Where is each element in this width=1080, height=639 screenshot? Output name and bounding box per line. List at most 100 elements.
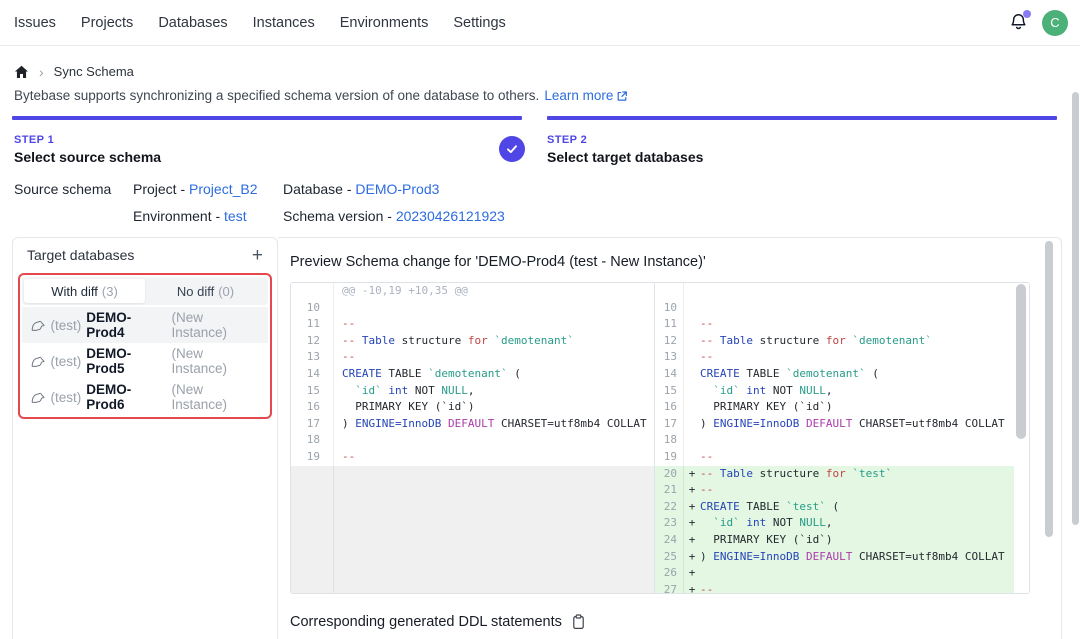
preview-panel-scrollbar[interactable]	[1045, 241, 1053, 537]
avatar[interactable]: C	[1042, 10, 1068, 36]
diff-line: 22+CREATE TABLE `test` (	[655, 499, 1029, 516]
step1-label: STEP 1	[14, 134, 54, 146]
db-name: DEMO-Prod5	[86, 346, 166, 376]
diff-line: 13--	[655, 349, 1029, 366]
target-databases-highlight-box: With diff (3) No diff (0) (test) DEMO-Pr…	[18, 273, 272, 419]
tab-no-diff-count: (0)	[218, 284, 234, 299]
page-scrollbar[interactable]	[1072, 92, 1079, 525]
diff-line: 27+--	[655, 582, 1029, 593]
diff-blank-row	[655, 283, 1029, 300]
external-link-icon	[616, 90, 628, 102]
notification-dot	[1023, 10, 1031, 18]
diff-line: 19--	[655, 449, 1029, 466]
diff-line: 19--	[291, 449, 654, 466]
notification-bell-icon[interactable]	[1008, 12, 1029, 33]
editor-scrollbar[interactable]	[1016, 284, 1026, 439]
learn-more-label: Learn more	[544, 88, 613, 103]
diff-empty-filler	[291, 466, 654, 593]
nav-item-projects[interactable]: Projects	[81, 15, 133, 31]
diff-line: 18	[655, 432, 1029, 449]
breadcrumb-current: Sync Schema	[54, 64, 134, 79]
db-env: (test)	[50, 318, 81, 333]
nav-item-settings[interactable]: Settings	[453, 15, 505, 31]
top-nav: Issues Projects Databases Instances Envi…	[0, 0, 1080, 46]
mysql-icon	[31, 391, 45, 404]
diff-line: 12-- Table structure for `demotenant`	[655, 333, 1029, 350]
nav-items: Issues Projects Databases Instances Envi…	[14, 15, 506, 31]
diff-line: 23+ `id` int NOT NULL,	[655, 515, 1029, 532]
diff-line: 24+ PRIMARY KEY (`id`)	[655, 532, 1029, 549]
diff-line: 15 `id` int NOT NULL,	[655, 383, 1029, 400]
tab-no-diff[interactable]: No diff (0)	[145, 279, 266, 303]
nav-item-databases[interactable]: Databases	[158, 15, 227, 31]
diff-line: 14CREATE TABLE `demotenant` (	[291, 366, 654, 383]
diff-line: 21+--	[655, 482, 1029, 499]
home-icon[interactable]	[14, 65, 29, 79]
nav-item-issues[interactable]: Issues	[14, 15, 56, 31]
environment-link[interactable]: test	[224, 208, 247, 224]
diff-line: 10	[655, 300, 1029, 317]
diff-editor[interactable]: @@ -10,19 +10,35 @@1011--12-- Table stru…	[290, 282, 1030, 594]
source-schema-label: Source schema	[14, 181, 111, 197]
diff-line: 17) ENGINE=InnoDB DEFAULT CHARSET=utf8mb…	[291, 416, 654, 433]
tab-no-diff-label: No diff	[177, 284, 214, 299]
step2-title: Select target databases	[547, 149, 703, 165]
diff-line: 26+	[655, 565, 1029, 582]
tab-with-diff-count: (3)	[102, 284, 118, 299]
diff-line: 11--	[291, 316, 654, 333]
intro-text: Bytebase supports synchronizing a specif…	[14, 88, 539, 103]
diff-tabs: With diff (3) No diff (0)	[22, 277, 268, 305]
database-row-demo-prod4[interactable]: (test) DEMO-Prod4 (New Instance)	[22, 307, 268, 343]
nav-item-instances[interactable]: Instances	[253, 15, 315, 31]
step1-progress-bar	[12, 116, 522, 120]
environment-label: Environment -	[133, 208, 224, 224]
tab-with-diff[interactable]: With diff (3)	[24, 279, 145, 303]
database-label: Database -	[283, 181, 355, 197]
diff-line: 20+-- Table structure for `test`	[655, 466, 1029, 483]
ddl-heading: Corresponding generated DDL statements	[290, 614, 562, 630]
database-link[interactable]: DEMO-Prod3	[355, 181, 439, 197]
db-note: (New Instance)	[171, 310, 259, 340]
step1-title: Select source schema	[14, 149, 161, 165]
add-target-database-button[interactable]: +	[250, 246, 265, 265]
source-version-row: Schema version - 20230426121923	[283, 208, 505, 224]
learn-more-link[interactable]: Learn more	[544, 88, 628, 103]
schema-version-link[interactable]: 20230426121923	[396, 208, 505, 224]
tab-with-diff-label: With diff	[51, 284, 98, 299]
db-note: (New Instance)	[171, 382, 259, 412]
source-database-row: Database - DEMO-Prod3	[283, 181, 505, 197]
chevron-right-icon: ›	[39, 65, 44, 79]
db-name: DEMO-Prod4	[86, 310, 166, 340]
db-note: (New Instance)	[171, 346, 259, 376]
db-env: (test)	[50, 390, 81, 405]
diff-line: 13--	[291, 349, 654, 366]
step2-progress-bar	[547, 116, 1057, 120]
breadcrumb: › Sync Schema	[14, 64, 134, 79]
intro-text-row: Bytebase supports synchronizing a specif…	[14, 88, 628, 103]
diff-line: 17) ENGINE=InnoDB DEFAULT CHARSET=utf8mb…	[655, 416, 1029, 433]
diff-pane-original: @@ -10,19 +10,35 @@1011--12-- Table stru…	[291, 283, 655, 593]
preview-title: Preview Schema change for 'DEMO-Prod4 (t…	[290, 254, 706, 270]
diff-line: 16 PRIMARY KEY (`id`)	[291, 399, 654, 416]
diff-line: 18	[291, 432, 654, 449]
project-link[interactable]: Project_B2	[189, 181, 257, 197]
db-name: DEMO-Prod6	[86, 382, 166, 412]
db-env: (test)	[50, 354, 81, 369]
editor-scrollbar-track	[1014, 283, 1029, 593]
diff-hunk-header: @@ -10,19 +10,35 @@	[291, 283, 654, 300]
diff-line: 14CREATE TABLE `demotenant` (	[655, 366, 1029, 383]
project-label: Project -	[133, 181, 189, 197]
target-databases-title: Target databases	[27, 247, 134, 263]
diff-line: 25+) ENGINE=InnoDB DEFAULT CHARSET=utf8m…	[655, 549, 1029, 566]
schema-version-label: Schema version -	[283, 208, 396, 224]
step2-label: STEP 2	[547, 134, 587, 146]
database-row-demo-prod6[interactable]: (test) DEMO-Prod6 (New Instance)	[22, 379, 268, 415]
database-row-demo-prod5[interactable]: (test) DEMO-Prod5 (New Instance)	[22, 343, 268, 379]
step1-complete-check-icon	[499, 136, 525, 162]
copy-ddl-icon[interactable]	[571, 614, 586, 630]
diff-line: 12-- Table structure for `demotenant`	[291, 333, 654, 350]
source-project-row: Project - Project_B2	[133, 181, 258, 197]
nav-item-environments[interactable]: Environments	[340, 15, 429, 31]
target-databases-panel: Target databases + With diff (3) No diff…	[12, 237, 278, 639]
diff-pane-modified: 1011--12-- Table structure for `demotena…	[655, 283, 1029, 593]
